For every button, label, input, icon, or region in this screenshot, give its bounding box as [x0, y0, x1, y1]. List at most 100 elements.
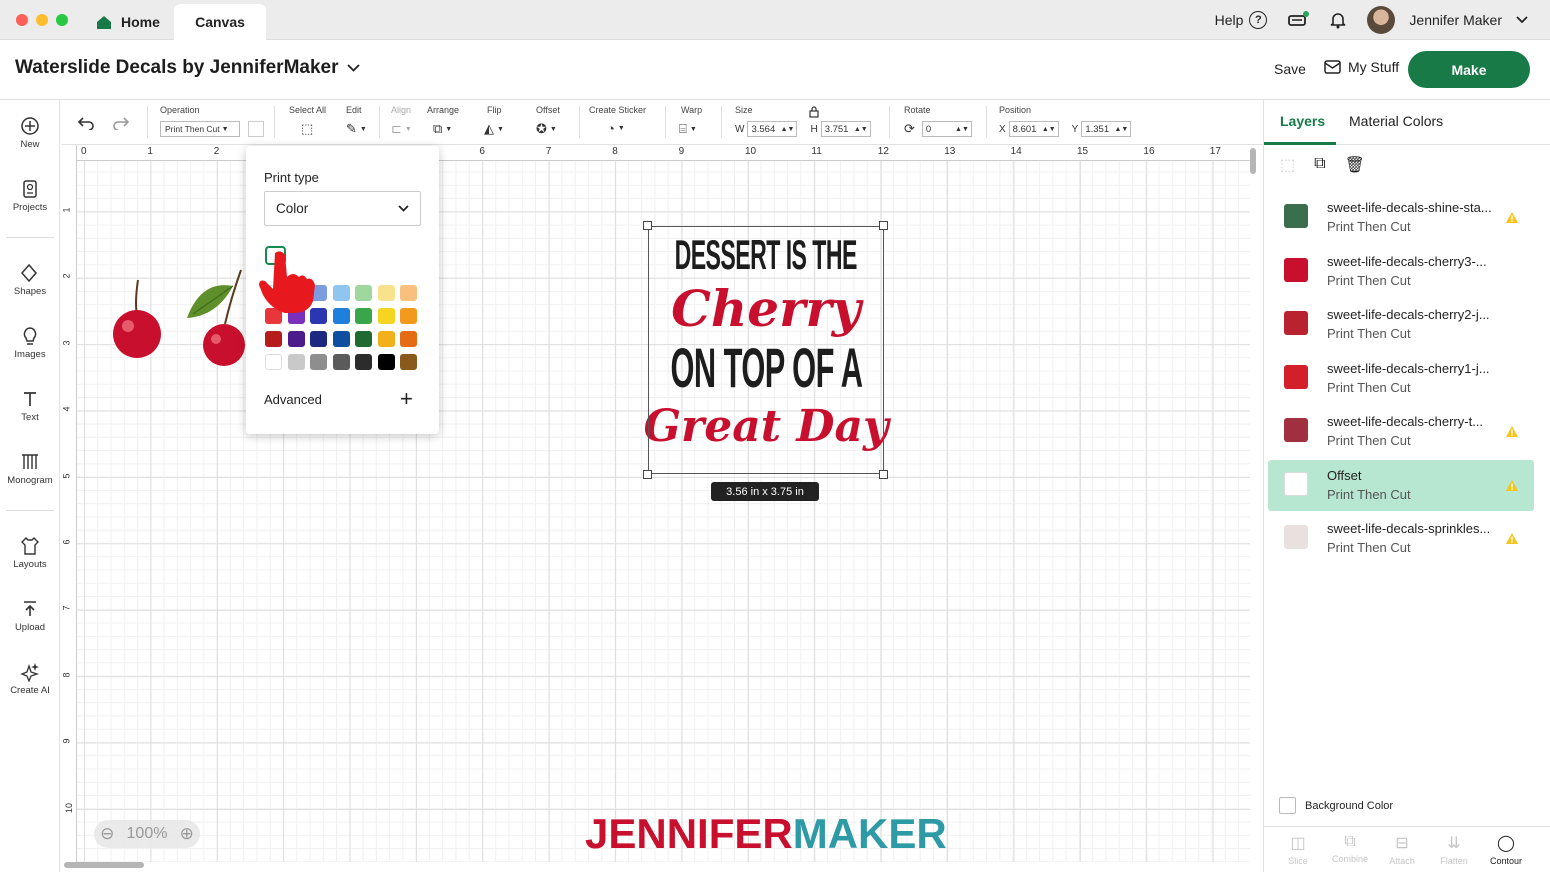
resize-handle-top-right[interactable]	[879, 221, 888, 230]
operation-select[interactable]: Print Then Cut ▼	[160, 121, 240, 137]
sidebar-item-new[interactable]: New	[0, 116, 60, 150]
notification-bell-icon[interactable]	[1329, 11, 1347, 29]
warning-icon[interactable]	[1505, 425, 1519, 438]
color-swatch[interactable]	[355, 331, 372, 347]
plus-icon[interactable]: +	[400, 386, 413, 412]
tool-contour[interactable]: ◯ Contour	[1481, 833, 1531, 866]
edit-group[interactable]: Edit ✎ ▼	[346, 105, 367, 137]
warning-icon[interactable]	[1505, 532, 1519, 545]
align-group[interactable]: Align ⊏ ▼	[391, 105, 412, 137]
lock-icon[interactable]	[809, 106, 819, 118]
color-swatch[interactable]	[265, 331, 282, 347]
layer-item[interactable]: Offset Print Then Cut	[1268, 459, 1534, 511]
selection-box[interactable]	[648, 226, 884, 474]
sidebar-item-monogram[interactable]: Monogram	[0, 452, 60, 486]
color-swatch[interactable]	[265, 354, 282, 370]
advanced-label[interactable]: Advanced	[264, 392, 322, 407]
y-input[interactable]: 1.351 ▲▼	[1081, 121, 1132, 137]
color-swatch[interactable]	[287, 331, 305, 347]
zoom-in-icon[interactable]: ⊕	[180, 824, 194, 844]
maximize-window-button[interactable]	[56, 14, 68, 26]
tab-material-colors[interactable]: Material Colors	[1349, 113, 1443, 129]
color-swatch[interactable]	[355, 354, 372, 370]
color-swatch[interactable]	[377, 308, 395, 324]
my-stuff-button[interactable]: My Stuff	[1324, 59, 1399, 75]
tab-canvas[interactable]: Canvas	[174, 4, 266, 40]
select-all-group[interactable]: Select All ⬚	[289, 105, 326, 137]
layer-item[interactable]: sweet-life-decals-cherry2-j... Print Then…	[1268, 299, 1534, 350]
tool-flatten[interactable]: ⇊ Flatten	[1429, 833, 1479, 866]
zoom-out-icon[interactable]: ⊖	[100, 824, 114, 844]
tab-layers[interactable]: Layers	[1280, 113, 1325, 129]
color-swatch[interactable]	[355, 308, 372, 324]
create-sticker-group[interactable]: Create Sticker ◔ ▼	[589, 105, 646, 136]
layer-item[interactable]: sweet-life-decals-cherry-t... Print Then …	[1268, 406, 1534, 457]
operation-color-swatch[interactable]	[248, 121, 264, 137]
tool-combine[interactable]: ⧉ Combine	[1325, 833, 1375, 864]
color-swatch[interactable]	[355, 285, 372, 301]
flip-group[interactable]: Flip ◭ ▼	[484, 105, 504, 137]
color-swatch[interactable]	[332, 331, 350, 347]
resize-handle-top-left[interactable]	[643, 221, 652, 230]
undo-icon[interactable]	[77, 116, 95, 130]
redo-icon[interactable]	[112, 116, 130, 130]
close-window-button[interactable]	[16, 14, 28, 26]
x-input[interactable]: 8.601 ▲▼	[1008, 121, 1059, 137]
duplicate-icon[interactable]: ⧉	[1314, 155, 1325, 175]
warning-icon[interactable]	[1505, 479, 1519, 492]
sidebar-item-create-ai[interactable]: Create AI	[0, 662, 60, 696]
layer-item[interactable]: sweet-life-decals-sprinkles... Print Then…	[1268, 513, 1534, 564]
color-swatch[interactable]	[332, 354, 350, 370]
rotate-icon[interactable]: ⟳	[904, 121, 915, 137]
trash-icon[interactable]: 🗑	[1345, 155, 1365, 175]
tab-home[interactable]: Home	[82, 4, 174, 40]
color-swatch[interactable]	[310, 331, 327, 347]
resize-handle-bottom-right[interactable]	[879, 470, 888, 479]
vertical-scrollbar[interactable]	[1250, 148, 1256, 174]
color-swatch[interactable]	[377, 285, 395, 301]
horizontal-scrollbar[interactable]	[64, 862, 144, 868]
group-icon[interactable]: ⬚	[1280, 155, 1295, 175]
color-swatch[interactable]	[400, 331, 417, 347]
user-menu[interactable]: Jennifer Maker	[1367, 6, 1528, 34]
warp-group[interactable]: Warp ⌸ ▼	[679, 105, 702, 137]
make-button[interactable]: Make	[1408, 51, 1530, 88]
rotate-input[interactable]: 0 ▲▼	[921, 121, 972, 137]
project-title[interactable]: Waterslide Decals by JenniferMaker	[15, 57, 360, 79]
sidebar-item-shapes[interactable]: Shapes	[0, 263, 60, 297]
sidebar-item-upload[interactable]: Upload	[0, 599, 60, 633]
tool-slice[interactable]: ◫ Slice	[1273, 833, 1323, 866]
color-swatch[interactable]	[400, 354, 417, 370]
color-swatch[interactable]	[287, 354, 305, 370]
color-swatch[interactable]	[310, 354, 327, 370]
cherry-image-1[interactable]	[108, 276, 168, 360]
sidebar-item-layouts[interactable]: Layouts	[0, 536, 60, 570]
background-color-checkbox[interactable]	[1279, 797, 1296, 814]
width-input[interactable]: 3.564 ▲▼	[747, 121, 798, 137]
machine-icon[interactable]	[1287, 11, 1310, 29]
tool-attach[interactable]: ⊟ Attach	[1377, 833, 1427, 866]
background-color-toggle[interactable]: Background Color	[1279, 797, 1393, 814]
layer-item[interactable]: sweet-life-decals-shine-sta... Print Then…	[1268, 192, 1534, 243]
color-swatch[interactable]	[332, 285, 350, 301]
warning-icon[interactable]	[1505, 211, 1519, 224]
arrange-group[interactable]: Arrange ⧉ ▼	[427, 105, 459, 137]
minimize-window-button[interactable]	[36, 14, 48, 26]
save-button[interactable]: Save	[1274, 61, 1306, 77]
help-button[interactable]: Help ?	[1215, 11, 1268, 29]
sidebar-item-text[interactable]: Text	[0, 389, 60, 423]
color-swatch[interactable]	[377, 354, 395, 370]
layer-item[interactable]: sweet-life-decals-cherry3-... Print Then …	[1268, 246, 1534, 297]
offset-group[interactable]: Offset ✪ ▼	[536, 105, 560, 137]
print-type-select[interactable]: Color	[264, 191, 421, 226]
height-input[interactable]: 3.751 ▲▼	[820, 121, 871, 137]
color-swatch[interactable]	[400, 285, 417, 301]
layer-item[interactable]: sweet-life-decals-cherry1-j... Print Then…	[1268, 353, 1534, 404]
resize-handle-bottom-left[interactable]	[643, 470, 652, 479]
sidebar-item-images[interactable]: Images	[0, 326, 60, 360]
color-swatch[interactable]	[332, 308, 350, 324]
color-swatch[interactable]	[377, 331, 395, 347]
cherry-image-2[interactable]	[183, 268, 249, 368]
color-swatch[interactable]	[400, 308, 417, 324]
sidebar-item-projects[interactable]: Projects	[0, 179, 60, 213]
